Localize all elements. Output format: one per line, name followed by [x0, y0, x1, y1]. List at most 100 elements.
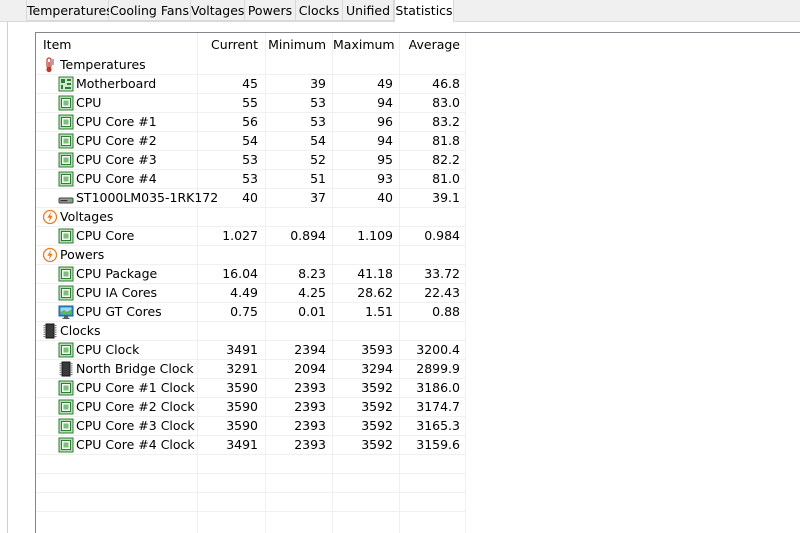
tab-bar: Temperatures Cooling Fans Voltages Power…: [0, 0, 800, 22]
tab-voltages[interactable]: Voltages: [191, 0, 245, 21]
value-current: 4.49: [230, 285, 258, 300]
sensor-label: CPU Core #4 Clock: [76, 437, 195, 452]
value-minimum: 8.23: [298, 266, 326, 281]
monitor-icon: [58, 304, 74, 320]
group-row[interactable]: Temperatures: [36, 56, 466, 75]
value-average: 83.0: [432, 95, 460, 110]
value-current: 54: [242, 133, 258, 148]
sensor-row[interactable]: CPU Clock 3491 2394 3593 3200.4: [36, 341, 466, 360]
value-minimum: 2094: [294, 361, 326, 376]
column-header-item[interactable]: Item: [43, 33, 71, 56]
cpu-chip-icon: [58, 380, 74, 396]
cpu-chip-icon: [58, 418, 74, 434]
sensor-row[interactable]: ST1000LM035-1RK172 40 37 40 39.1: [36, 189, 466, 208]
tab-cooling-fans[interactable]: Cooling Fans: [109, 0, 191, 21]
value-maximum: 3592: [361, 380, 393, 395]
cpu-chip-icon: [58, 133, 74, 149]
thermometer-icon: [42, 57, 58, 73]
cpu-chip-icon: [58, 342, 74, 358]
value-maximum: 40: [377, 190, 393, 205]
group-row[interactable]: Powers: [36, 246, 466, 265]
value-average: 83.2: [432, 114, 460, 129]
value-average: 3174.7: [416, 399, 460, 414]
column-header-minimum[interactable]: Minimum: [266, 33, 326, 56]
value-current: 53: [242, 171, 258, 186]
value-current: 3491: [226, 342, 258, 357]
tab-clocks[interactable]: Clocks: [296, 0, 343, 21]
value-average: 39.1: [432, 190, 460, 205]
sensor-row[interactable]: CPU Core #4 53 51 93 81.0: [36, 170, 466, 189]
sensor-label: CPU IA Cores: [76, 285, 158, 300]
clock-module-icon: [42, 323, 58, 339]
value-current: 3291: [226, 361, 258, 376]
cpu-chip-icon: [58, 171, 74, 187]
sensor-label: CPU Core #4: [76, 171, 157, 186]
value-average: 33.72: [424, 266, 460, 281]
sensor-label: CPU GT Cores: [76, 304, 162, 319]
list-header: Item Current Minimum Maximum Average: [36, 33, 800, 56]
sensor-row[interactable]: Motherboard 45 39 49 46.8: [36, 75, 466, 94]
value-current: 3590: [226, 399, 258, 414]
cpu-chip-icon: [58, 285, 74, 301]
sensor-row[interactable]: CPU Core #3 Clock 3590 2393 3592 3165.3: [36, 417, 466, 436]
cpu-chip-icon: [58, 437, 74, 453]
value-maximum: 49: [377, 76, 393, 91]
sensor-row[interactable]: CPU Core #4 Clock 3491 2393 3592 3159.6: [36, 436, 466, 455]
value-maximum: 95: [377, 152, 393, 167]
tab-statistics[interactable]: Statistics: [394, 0, 454, 22]
sensor-row[interactable]: CPU Core #1 56 53 96 83.2: [36, 113, 466, 132]
value-minimum: 0.894: [290, 228, 326, 243]
column-header-average[interactable]: Average: [400, 33, 460, 56]
list-rows: Temperatures Motherboard 45 39 49 46.8 CPU 55 53…: [36, 56, 800, 512]
sensor-row[interactable]: CPU Package 16.04 8.23 41.18 33.72: [36, 265, 466, 284]
sensor-row[interactable]: CPU 55 53 94 83.0: [36, 94, 466, 113]
sensor-label: CPU Core: [76, 228, 135, 243]
value-current: 40: [242, 190, 258, 205]
lightning-icon: [42, 247, 58, 263]
chipset-icon: [58, 361, 74, 377]
sensor-row[interactable]: CPU Core 1.027 0.894 1.109 0.984: [36, 227, 466, 246]
column-header-maximum[interactable]: Maximum: [333, 33, 395, 56]
sensor-row[interactable]: North Bridge Clock 3291 2094 3294 2899.9: [36, 360, 466, 379]
sensor-label: CPU Core #3: [76, 152, 157, 167]
group-row[interactable]: Clocks: [36, 322, 466, 341]
value-average: 3200.4: [416, 342, 460, 357]
cpu-chip-icon: [58, 95, 74, 111]
sensor-row[interactable]: CPU Core #3 53 52 95 82.2: [36, 151, 466, 170]
value-average: 0.88: [432, 304, 460, 319]
sensor-label: CPU: [76, 95, 102, 110]
value-minimum: 39: [310, 76, 326, 91]
value-minimum: 2393: [294, 380, 326, 395]
tab-unified[interactable]: Unified: [343, 0, 394, 21]
value-minimum: 51: [310, 171, 326, 186]
sensor-row[interactable]: CPU GT Cores 0.75 0.01 1.51 0.88: [36, 303, 466, 322]
value-maximum: 96: [377, 114, 393, 129]
sensor-label: CPU Core #2 Clock: [76, 399, 195, 414]
value-maximum: 41.18: [357, 266, 393, 281]
sensor-row[interactable]: CPU Core #2 Clock 3590 2393 3592 3174.7: [36, 398, 466, 417]
sensor-label: Motherboard: [76, 76, 157, 91]
value-current: 3491: [226, 437, 258, 452]
column-header-current[interactable]: Current: [198, 33, 258, 56]
cpu-chip-icon: [58, 152, 74, 168]
value-maximum: 1.51: [365, 304, 393, 319]
tab-powers[interactable]: Powers: [245, 0, 296, 21]
group-label: Powers: [60, 247, 105, 262]
statistics-list[interactable]: Item Current Minimum Maximum Average Tem…: [35, 32, 800, 533]
lightning-icon: [42, 209, 58, 225]
sensor-row[interactable]: CPU IA Cores 4.49 4.25 28.62 22.43: [36, 284, 466, 303]
cpu-chip-icon: [58, 399, 74, 415]
sensor-row[interactable]: CPU Core #1 Clock 3590 2393 3592 3186.0: [36, 379, 466, 398]
tab-temperatures[interactable]: Temperatures: [26, 0, 113, 21]
value-average: 2899.9: [416, 361, 460, 376]
sensor-label: CPU Clock: [76, 342, 140, 357]
hard-drive-icon: [58, 190, 74, 206]
value-maximum: 94: [377, 133, 393, 148]
sensor-label: ST1000LM035-1RK172: [76, 190, 219, 205]
value-minimum: 53: [310, 114, 326, 129]
group-row[interactable]: Voltages: [36, 208, 466, 227]
value-maximum: 28.62: [357, 285, 393, 300]
cpu-chip-icon: [58, 266, 74, 282]
sensor-row[interactable]: CPU Core #2 54 54 94 81.8: [36, 132, 466, 151]
group-label: Clocks: [60, 323, 101, 338]
